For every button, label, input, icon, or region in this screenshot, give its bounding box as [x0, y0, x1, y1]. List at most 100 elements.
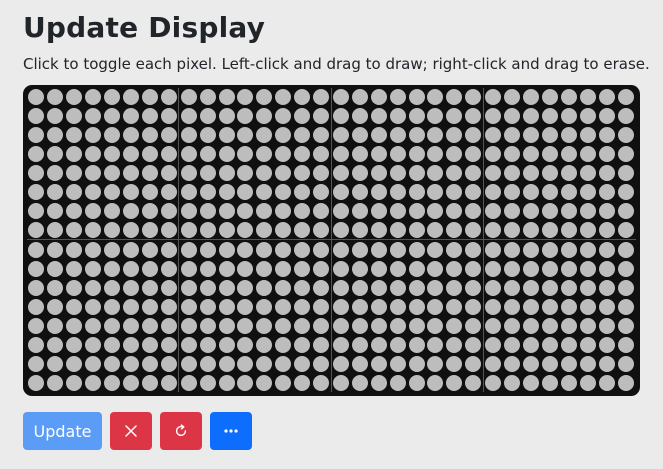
- pixel[interactable]: [389, 298, 406, 315]
- pixel[interactable]: [275, 221, 292, 238]
- pixel[interactable]: [180, 279, 197, 296]
- pixel[interactable]: [351, 164, 368, 181]
- pixel[interactable]: [66, 298, 83, 315]
- pixel[interactable]: [542, 355, 559, 372]
- pixel[interactable]: [561, 298, 578, 315]
- pixel[interactable]: [332, 183, 349, 200]
- pixel[interactable]: [618, 317, 635, 334]
- pixel[interactable]: [446, 164, 463, 181]
- pixel[interactable]: [294, 260, 311, 277]
- pixel[interactable]: [66, 164, 83, 181]
- pixel[interactable]: [561, 279, 578, 296]
- pixel[interactable]: [141, 89, 158, 106]
- pixel[interactable]: [446, 202, 463, 219]
- pixel[interactable]: [199, 127, 216, 144]
- pixel[interactable]: [28, 355, 45, 372]
- pixel[interactable]: [504, 298, 521, 315]
- pixel[interactable]: [599, 317, 616, 334]
- pixel[interactable]: [523, 260, 540, 277]
- pixel[interactable]: [427, 336, 444, 353]
- pixel[interactable]: [485, 89, 502, 106]
- pixel[interactable]: [28, 298, 45, 315]
- pixel[interactable]: [122, 260, 139, 277]
- pixel[interactable]: [427, 89, 444, 106]
- pixel[interactable]: [485, 183, 502, 200]
- pixel[interactable]: [427, 127, 444, 144]
- pixel[interactable]: [408, 336, 425, 353]
- pixel[interactable]: [104, 164, 121, 181]
- pixel[interactable]: [599, 221, 616, 238]
- pixel[interactable]: [542, 108, 559, 125]
- pixel[interactable]: [523, 164, 540, 181]
- pixel[interactable]: [104, 355, 121, 372]
- pixel[interactable]: [47, 164, 64, 181]
- pixel[interactable]: [141, 355, 158, 372]
- pixel[interactable]: [408, 127, 425, 144]
- pixel[interactable]: [580, 221, 597, 238]
- pixel[interactable]: [332, 260, 349, 277]
- pixel[interactable]: [256, 202, 273, 219]
- pixel[interactable]: [275, 279, 292, 296]
- pixel[interactable]: [408, 183, 425, 200]
- pixel[interactable]: [160, 279, 177, 296]
- pixel[interactable]: [504, 183, 521, 200]
- pixel[interactable]: [351, 374, 368, 391]
- pixel[interactable]: [313, 279, 330, 296]
- pixel[interactable]: [599, 164, 616, 181]
- pixel[interactable]: [618, 183, 635, 200]
- pixel[interactable]: [446, 108, 463, 125]
- pixel[interactable]: [122, 374, 139, 391]
- pixel[interactable]: [141, 374, 158, 391]
- pixel[interactable]: [465, 374, 482, 391]
- pixel[interactable]: [446, 355, 463, 372]
- pixel[interactable]: [351, 336, 368, 353]
- pixel[interactable]: [237, 336, 254, 353]
- pixel[interactable]: [218, 146, 235, 163]
- pixel[interactable]: [542, 183, 559, 200]
- pixel[interactable]: [446, 127, 463, 144]
- pixel[interactable]: [122, 336, 139, 353]
- pixel[interactable]: [523, 89, 540, 106]
- pixel[interactable]: [104, 89, 121, 106]
- pixel[interactable]: [370, 317, 387, 334]
- pixel[interactable]: [85, 202, 102, 219]
- pixel[interactable]: [389, 221, 406, 238]
- pixel[interactable]: [465, 221, 482, 238]
- pixel[interactable]: [313, 127, 330, 144]
- pixel[interactable]: [122, 202, 139, 219]
- pixel[interactable]: [580, 260, 597, 277]
- pixel[interactable]: [122, 146, 139, 163]
- pixel[interactable]: [275, 298, 292, 315]
- pixel[interactable]: [199, 317, 216, 334]
- pixel[interactable]: [180, 164, 197, 181]
- pixel[interactable]: [28, 146, 45, 163]
- pixel[interactable]: [160, 164, 177, 181]
- pixel[interactable]: [332, 108, 349, 125]
- pixel[interactable]: [389, 374, 406, 391]
- pixel[interactable]: [237, 164, 254, 181]
- pixel[interactable]: [122, 108, 139, 125]
- pixel[interactable]: [485, 374, 502, 391]
- pixel[interactable]: [85, 108, 102, 125]
- pixel[interactable]: [47, 146, 64, 163]
- pixel[interactable]: [580, 355, 597, 372]
- pixel[interactable]: [523, 298, 540, 315]
- pixel[interactable]: [180, 374, 197, 391]
- pixel[interactable]: [408, 89, 425, 106]
- pixel[interactable]: [104, 336, 121, 353]
- pixel[interactable]: [275, 317, 292, 334]
- pixel[interactable]: [275, 355, 292, 372]
- pixel[interactable]: [580, 183, 597, 200]
- pixel[interactable]: [370, 279, 387, 296]
- pixel[interactable]: [618, 241, 635, 258]
- pixel[interactable]: [446, 374, 463, 391]
- pixel[interactable]: [580, 89, 597, 106]
- pixel[interactable]: [370, 164, 387, 181]
- pixel[interactable]: [218, 298, 235, 315]
- pixel[interactable]: [561, 202, 578, 219]
- pixel[interactable]: [66, 202, 83, 219]
- pixel[interactable]: [28, 202, 45, 219]
- pixel[interactable]: [104, 374, 121, 391]
- pixel[interactable]: [504, 146, 521, 163]
- pixel[interactable]: [218, 108, 235, 125]
